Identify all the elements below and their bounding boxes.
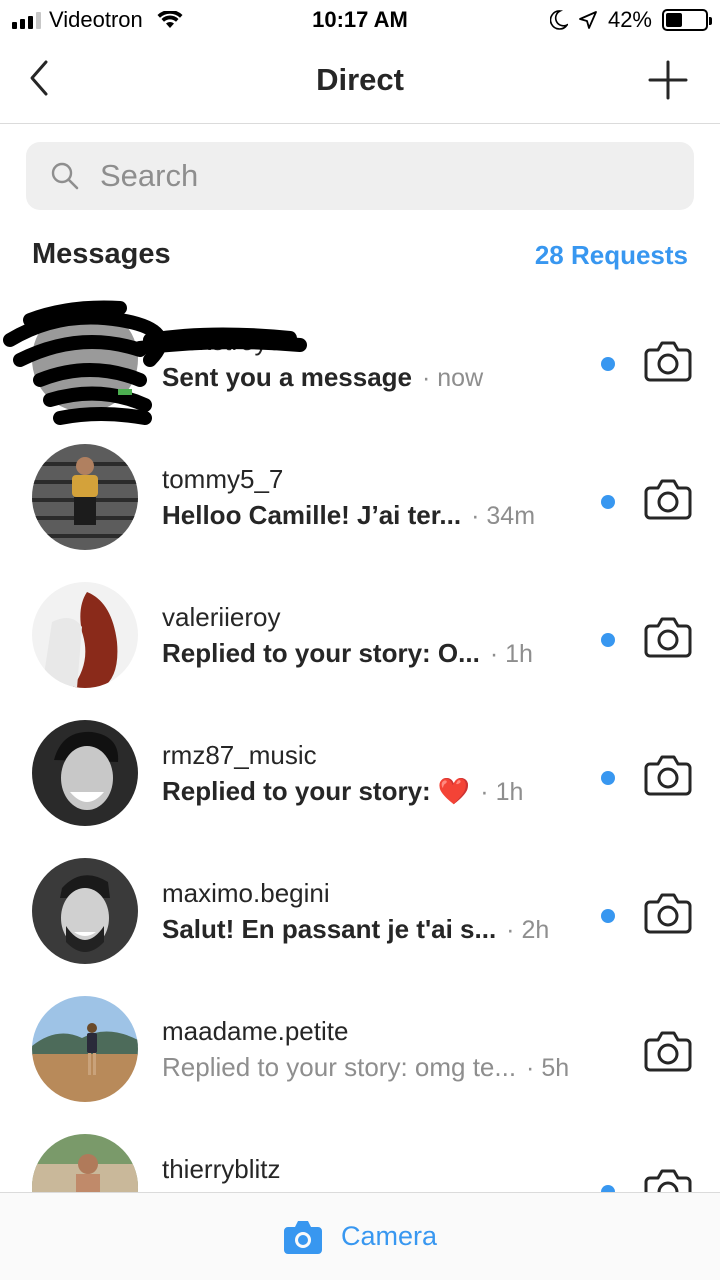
camera-icon[interactable] bbox=[644, 890, 692, 934]
camera-icon[interactable] bbox=[644, 338, 692, 382]
battery-percent: 42% bbox=[607, 7, 652, 32]
thread-time: · 5h bbox=[526, 1054, 570, 1082]
bottom-camera-bar[interactable]: Camera bbox=[0, 1192, 720, 1280]
unread-dot bbox=[601, 771, 615, 785]
camera-icon[interactable] bbox=[644, 1166, 692, 1192]
thread-preview: Replied to your story: O... · 1h bbox=[162, 638, 533, 669]
status-bar: Videotron 10:17 AM 42% bbox=[0, 0, 720, 40]
thread-time: · 2h bbox=[506, 916, 550, 944]
messages-heading: Messages bbox=[32, 238, 171, 270]
thread-preview: Salut! En passant je t'ai s... · 2h bbox=[162, 914, 549, 945]
avatar[interactable] bbox=[32, 444, 138, 550]
unread-dot bbox=[601, 357, 615, 371]
camera-icon[interactable] bbox=[644, 752, 692, 796]
thread-username: tommy5_7 bbox=[162, 464, 284, 494]
thread-row[interactable]: maadame.petite Replied to your story: om… bbox=[0, 996, 720, 1134]
avatar[interactable] bbox=[32, 720, 138, 826]
battery-icon bbox=[662, 9, 712, 31]
avatar[interactable] bbox=[32, 858, 138, 964]
status-right: 42% bbox=[549, 7, 712, 33]
search-input[interactable] bbox=[100, 158, 660, 194]
avatar[interactable] bbox=[32, 1134, 138, 1192]
thread-row[interactable]: tommy5_7 Helloo Camille! J’ai ter... · 3… bbox=[0, 444, 720, 582]
camera-icon[interactable] bbox=[644, 476, 692, 520]
thread-row[interactable]: rmz87_music Replied to your story: ❤️ · … bbox=[0, 720, 720, 858]
thread-row[interactable]: valeriieroy Replied to your story: O... … bbox=[0, 582, 720, 720]
requests-link[interactable]: 28 Requests bbox=[535, 240, 688, 271]
location-arrow-icon bbox=[579, 11, 597, 29]
thread-preview: Replied to your story: ❤️ · 1h bbox=[162, 776, 523, 807]
unread-dot bbox=[601, 495, 615, 509]
unread-dot bbox=[601, 633, 615, 647]
unread-dot bbox=[601, 909, 615, 923]
redaction-scribble bbox=[3, 300, 307, 425]
thread-preview-text: Replied to your story: omg te... bbox=[162, 1052, 517, 1082]
thread-username: valeriieroy bbox=[162, 602, 281, 632]
camera-icon[interactable] bbox=[644, 1028, 692, 1072]
thread-preview-text: Salut! En passant je t'ai s... bbox=[162, 914, 497, 944]
avatar[interactable] bbox=[32, 582, 138, 688]
thread-time: · 34m bbox=[471, 502, 536, 530]
search-bar[interactable] bbox=[26, 142, 694, 210]
page-title: Direct bbox=[316, 62, 404, 97]
thread-preview-text: Replied to your story: O... bbox=[162, 638, 480, 668]
unread-dot bbox=[601, 1185, 615, 1192]
thread-preview: Helloo Camille! J’ai ter... · 34m bbox=[162, 500, 535, 531]
thread-preview-text: Helloo Camille! J’ai ter... bbox=[162, 500, 462, 530]
battery-fill bbox=[666, 13, 682, 27]
thread-row[interactable]: maximo.begini Salut! En passant je t'ai … bbox=[0, 858, 720, 996]
thread-username: maadame.petite bbox=[162, 1016, 349, 1046]
thread-time: · now bbox=[422, 364, 484, 392]
camera-label[interactable]: Camera bbox=[341, 1221, 437, 1252]
thread-username: rmz87_music bbox=[162, 740, 317, 770]
thread-username: thierryblitz bbox=[162, 1154, 281, 1184]
plus-icon[interactable] bbox=[648, 60, 688, 100]
camera-icon[interactable] bbox=[283, 1219, 323, 1255]
camera-icon[interactable] bbox=[644, 614, 692, 658]
thread-preview: Replied to your story: omg te... · 5h bbox=[162, 1052, 569, 1083]
thread-time: · 1h bbox=[489, 640, 533, 668]
thread-time: · 1h bbox=[480, 778, 524, 806]
nav-bar: Direct bbox=[0, 40, 720, 124]
thread-username: maximo.begini bbox=[162, 878, 330, 908]
moon-icon bbox=[549, 10, 568, 30]
thread-row[interactable]: thierryblitz bbox=[0, 1134, 720, 1192]
search-icon bbox=[51, 162, 79, 190]
avatar[interactable] bbox=[32, 996, 138, 1102]
thread-preview-text: Replied to your story: ❤️ bbox=[162, 776, 471, 806]
